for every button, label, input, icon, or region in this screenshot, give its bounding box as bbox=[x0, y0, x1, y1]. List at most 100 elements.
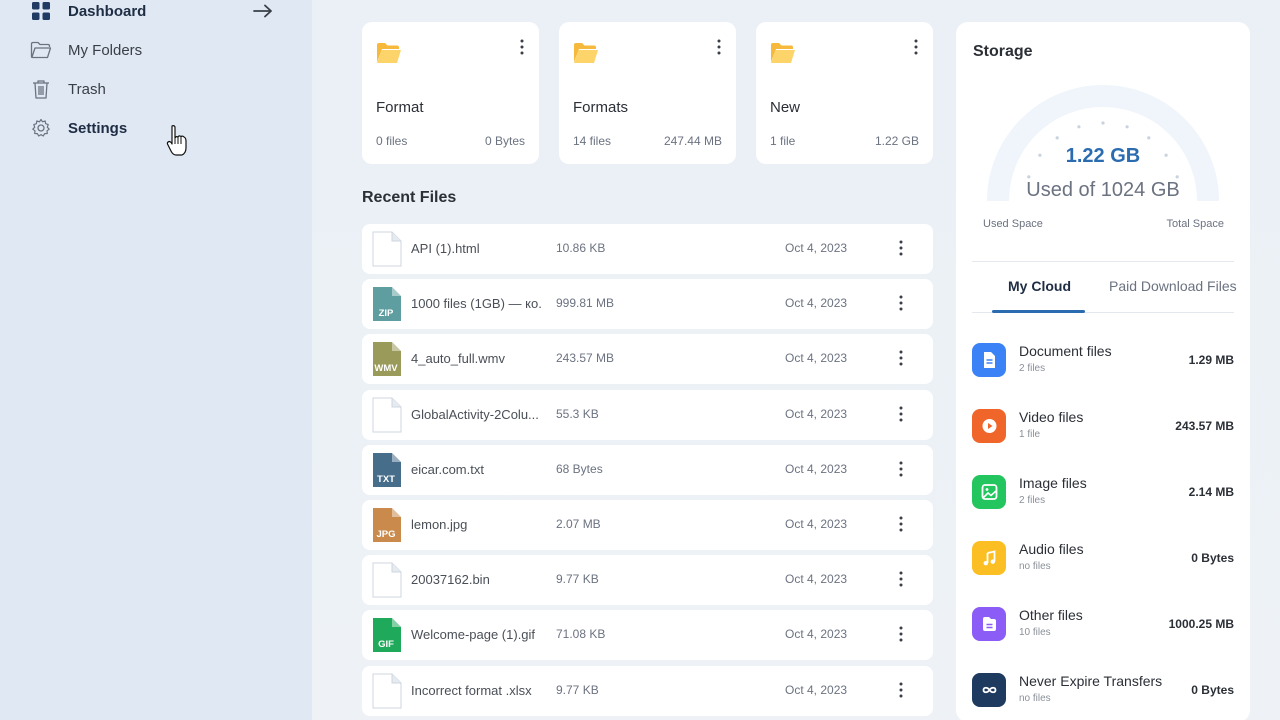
category-file-count: no files bbox=[1019, 693, 1051, 704]
tab-paid-download-files[interactable]: Paid Download Files bbox=[1109, 278, 1237, 294]
recent-files-title: Recent Files bbox=[362, 189, 457, 206]
file-row[interactable]: ZIP 1000 files (1GB) — ко... 999.81 MB Oct … bbox=[362, 279, 933, 330]
folder-file-count: 0 files bbox=[376, 134, 408, 148]
folder-file-count: 14 files bbox=[573, 134, 612, 148]
infinity-icon bbox=[972, 673, 1006, 707]
folder-size: 1.22 GB bbox=[874, 134, 919, 148]
file-row[interactable]: Incorrect format .xlsx 9.77 KB Oct 4, 2023 bbox=[362, 665, 933, 716]
file-name[interactable]: 1000 files (1GB) — ко... bbox=[411, 296, 541, 311]
more-options-icon[interactable] bbox=[896, 681, 906, 699]
file-row[interactable]: JPG lemon.jpg 2.07 MB Oct 4, 2023 bbox=[362, 500, 933, 550]
folder-name: New bbox=[770, 99, 801, 116]
file-name[interactable]: lemon.jpg bbox=[411, 517, 541, 532]
file-size: 55.3 KB bbox=[556, 406, 599, 421]
blank-file-icon bbox=[372, 562, 402, 598]
more-options-icon[interactable] bbox=[896, 515, 906, 533]
wmv-file-icon: WMV bbox=[372, 341, 402, 377]
file-size: 71.08 KB bbox=[556, 627, 606, 642]
file-size: 68 Bytes bbox=[556, 461, 603, 476]
file-name[interactable]: GlobalActivity-2Colu... bbox=[411, 407, 541, 422]
dashboard-icon bbox=[30, 0, 52, 22]
folder-name: Format bbox=[376, 99, 424, 116]
tab-my-cloud[interactable]: My Cloud bbox=[1008, 278, 1071, 294]
file-row[interactable]: WMV 4_auto_full.wmv 243.57 MB Oct 4, 2023 bbox=[362, 334, 933, 385]
file-icon bbox=[972, 607, 1006, 641]
storage-panel: Storage 1.22 GB Used of 1024 GB Used Spa… bbox=[956, 22, 1250, 720]
storage-title: Storage bbox=[973, 43, 1033, 60]
sidebar: Dashboard My Folders Trash Settings bbox=[0, 0, 312, 720]
storage-category-never-expire-transfers[interactable]: Never Expire Transfers no files 0 Bytes bbox=[972, 671, 1234, 711]
file-row[interactable]: API (1).html 10.86 KB Oct 4, 2023 bbox=[362, 224, 933, 274]
folder-card[interactable]: Format 0 files 0 Bytes bbox=[362, 22, 539, 164]
music-icon bbox=[972, 541, 1006, 575]
storage-category-other-files[interactable]: Other files 10 files 1000.25 MB bbox=[972, 605, 1234, 645]
category-file-count: 2 files bbox=[1019, 363, 1046, 374]
more-options-icon[interactable] bbox=[896, 405, 906, 423]
storage-category-document-files[interactable]: Document files 2 files 1.29 MB bbox=[972, 341, 1234, 381]
active-tab-indicator bbox=[992, 310, 1085, 313]
collapse-arrow-icon[interactable] bbox=[252, 0, 274, 22]
gauge-tick-dot bbox=[1125, 125, 1129, 129]
file-name[interactable]: 4_auto_full.wmv bbox=[411, 351, 541, 366]
category-size: 0 Bytes bbox=[1191, 683, 1234, 697]
category-file-count: 1 file bbox=[1019, 429, 1041, 440]
sidebar-item-dashboard[interactable]: Dashboard bbox=[30, 0, 280, 25]
more-options-icon[interactable] bbox=[896, 349, 906, 367]
jpg-file-icon: JPG bbox=[372, 507, 402, 543]
category-file-count: 2 files bbox=[1019, 495, 1046, 506]
file-name[interactable]: Welcome-page (1).gif bbox=[411, 627, 541, 642]
sidebar-item-label: Dashboard bbox=[68, 2, 147, 20]
play-icon bbox=[972, 409, 1006, 443]
folder-name: Formats bbox=[573, 99, 629, 116]
folder-outline-icon bbox=[30, 39, 52, 61]
file-size: 10.86 KB bbox=[556, 241, 606, 255]
file-row[interactable]: GIF Welcome-page (1).gif 71.08 KB Oct 4, 20… bbox=[362, 610, 933, 661]
folder-file-count: 1 file bbox=[770, 134, 796, 148]
folder-card[interactable]: Formats 14 files 247.44 MB bbox=[559, 22, 736, 164]
storage-category-audio-files[interactable]: Audio files no files 0 Bytes bbox=[972, 539, 1234, 579]
file-size: 999.81 MB bbox=[556, 296, 615, 311]
file-name[interactable]: Incorrect format .xlsx bbox=[411, 683, 541, 698]
more-options-icon[interactable] bbox=[714, 38, 724, 56]
category-name: Other files bbox=[1019, 607, 1083, 623]
file-type-label: JPG bbox=[376, 529, 395, 540]
file-name[interactable]: eicar.com.txt bbox=[411, 462, 541, 477]
sidebar-item-label: My Folders bbox=[68, 41, 143, 59]
more-options-icon[interactable] bbox=[896, 625, 906, 643]
sidebar-item-my-folders[interactable]: My Folders bbox=[30, 36, 142, 64]
file-row[interactable]: GlobalActivity-2Colu... 55.3 KB Oct 4, 202… bbox=[362, 389, 933, 440]
more-options-icon[interactable] bbox=[911, 38, 921, 56]
category-file-count: 10 files bbox=[1019, 627, 1051, 638]
storage-category-video-files[interactable]: Video files 1 file 243.57 MB bbox=[972, 407, 1234, 447]
folder-icon bbox=[376, 42, 402, 66]
more-options-icon[interactable] bbox=[896, 460, 906, 478]
sidebar-item-settings[interactable]: Settings bbox=[30, 114, 127, 142]
storage-used-value: 1.22 GB bbox=[1065, 145, 1141, 167]
blank-file-icon bbox=[372, 231, 402, 267]
folder-size: 247.44 MB bbox=[663, 134, 722, 148]
blank-file-icon bbox=[372, 397, 402, 433]
more-options-icon[interactable] bbox=[896, 294, 906, 312]
file-date: Oct 4, 2023 bbox=[785, 572, 848, 587]
file-row[interactable]: 20037162.bin 9.77 KB Oct 4, 2023 bbox=[362, 555, 933, 606]
category-size: 1.29 MB bbox=[1188, 353, 1234, 367]
gif-file-icon: GIF bbox=[372, 617, 402, 653]
category-size: 243.57 MB bbox=[1175, 419, 1234, 433]
sidebar-item-label: Settings bbox=[68, 119, 128, 137]
folder-icon bbox=[573, 42, 599, 66]
file-name[interactable]: API (1).html bbox=[411, 241, 541, 256]
file-size: 243.57 MB bbox=[556, 351, 615, 366]
storage-total-text: Used of 1024 GB bbox=[1026, 179, 1180, 201]
file-row[interactable]: TXT eicar.com.txt 68 Bytes Oct 4, 2023 bbox=[362, 444, 933, 495]
folder-card[interactable]: New 1 file 1.22 GB bbox=[756, 22, 933, 164]
used-space-label: Used Space bbox=[983, 218, 1043, 230]
sidebar-item-trash[interactable]: Trash bbox=[30, 75, 106, 103]
file-date: Oct 4, 2023 bbox=[785, 406, 848, 421]
category-file-count: no files bbox=[1019, 561, 1051, 572]
storage-category-image-files[interactable]: Image files 2 files 2.14 MB bbox=[972, 473, 1234, 513]
file-name[interactable]: 20037162.bin bbox=[411, 572, 541, 587]
more-options-icon[interactable] bbox=[517, 38, 527, 56]
category-size: 2.14 MB bbox=[1188, 485, 1234, 499]
more-options-icon[interactable] bbox=[896, 239, 906, 257]
more-options-icon[interactable] bbox=[896, 570, 906, 588]
